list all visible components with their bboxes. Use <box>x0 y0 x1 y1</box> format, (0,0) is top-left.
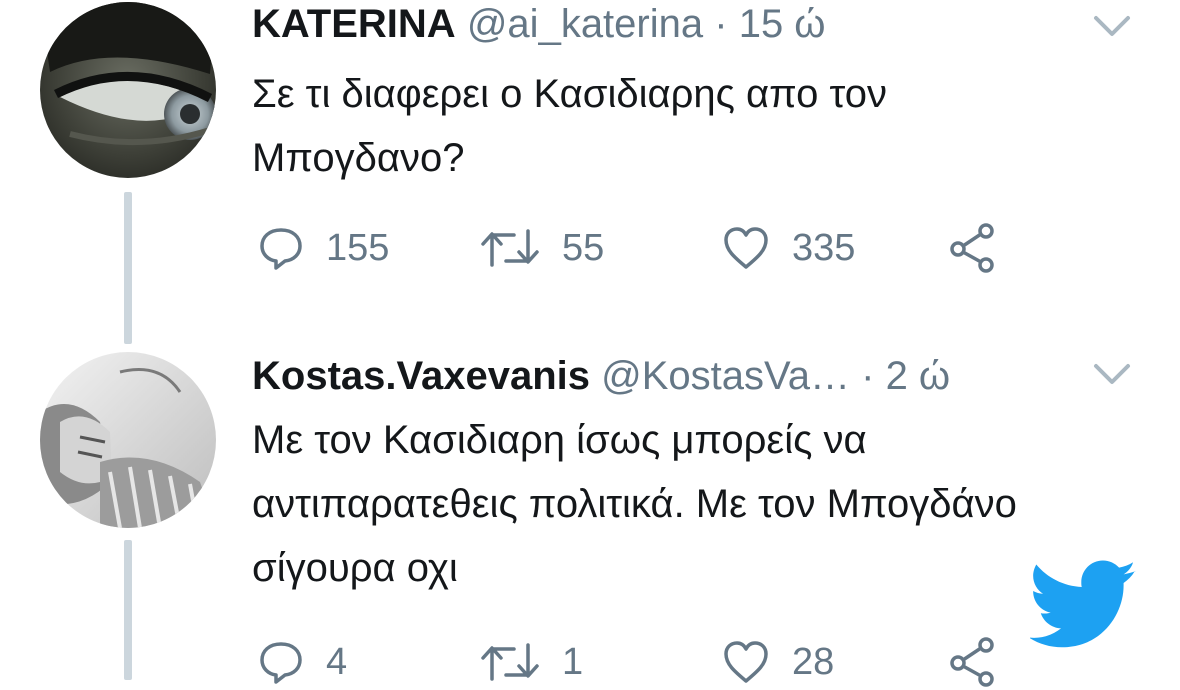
tweet-text: Σε τι διαφερει ο Κασιδιαρης απο τον Μπογ… <box>252 72 888 180</box>
reply-button[interactable]: 4 <box>258 634 347 690</box>
share-button[interactable] <box>946 220 998 276</box>
reply-count: 155 <box>326 226 390 269</box>
reply-count: 4 <box>326 640 348 683</box>
share-button[interactable] <box>946 634 998 690</box>
reply-button[interactable]: 155 <box>258 220 389 276</box>
avatar[interactable] <box>40 2 216 178</box>
handle[interactable]: @KostasVa… <box>601 354 850 398</box>
retweet-count: 1 <box>562 640 584 683</box>
like-button[interactable]: 28 <box>722 634 834 690</box>
chevron-down-icon[interactable] <box>1090 356 1134 390</box>
thread-line <box>124 192 132 344</box>
retweet-icon <box>480 639 540 685</box>
reply-icon <box>258 639 304 685</box>
display-name[interactable]: Kostas.Vaxevanis <box>252 354 590 398</box>
handle[interactable]: @ai_katerina <box>467 2 703 46</box>
tweet-actions: 155 55 335 <box>252 220 1052 276</box>
thread-line <box>124 540 132 680</box>
heart-icon <box>722 639 770 685</box>
share-icon <box>946 222 998 274</box>
tweet-header: KATERINA @ai_katerina · 15 ώ <box>252 0 826 48</box>
timestamp[interactable]: 2 ώ <box>886 354 951 398</box>
display-name[interactable]: KATERINA <box>252 2 456 46</box>
separator-dot: · <box>861 354 875 398</box>
like-button[interactable]: 335 <box>722 220 855 276</box>
retweet-button[interactable]: 55 <box>480 220 604 276</box>
timestamp[interactable]: 15 ώ <box>739 2 826 46</box>
heart-icon <box>722 225 770 271</box>
chevron-down-icon[interactable] <box>1090 8 1134 42</box>
share-icon <box>946 636 998 688</box>
retweet-count: 55 <box>562 226 605 269</box>
twitter-bird-icon <box>1028 560 1138 650</box>
tweet-actions: 4 1 28 <box>252 634 1052 690</box>
like-count: 28 <box>792 640 835 683</box>
reply-icon <box>258 225 304 271</box>
like-count: 335 <box>792 226 856 269</box>
tweet-text: Με τον Κασιδιαρη ίσως μπορείς να αντιπαρ… <box>252 418 1017 590</box>
avatar[interactable] <box>40 352 216 528</box>
separator-dot: · <box>714 2 728 46</box>
retweet-button[interactable]: 1 <box>480 634 583 690</box>
retweet-icon <box>480 225 540 271</box>
tweet-header: Kostas.Vaxevanis @KostasVa… · 2 ώ <box>252 352 950 400</box>
